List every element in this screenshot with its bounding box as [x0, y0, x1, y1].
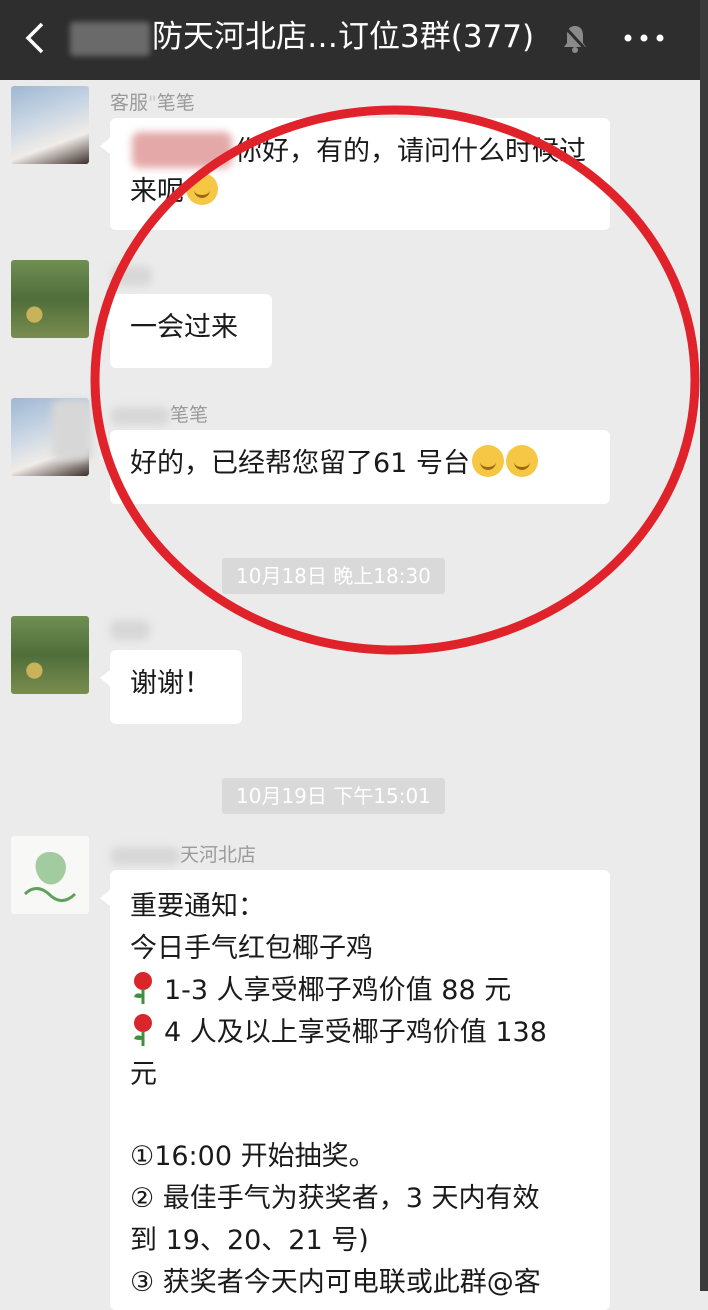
timestamp: 10月19日 下午15:01: [222, 778, 445, 814]
bell-off-icon: [562, 24, 589, 53]
avatar[interactable]: [11, 616, 89, 694]
timestamp: 10月18日 晚上18:30: [222, 558, 445, 594]
message-bubble[interactable]: 一会过来: [100, 294, 272, 368]
message-list[interactable]: 客服"笔笔 你好，有的，请问什么时候过来呢 一会过来 笔笔 好的，已经帮您留了6…: [0, 80, 700, 1310]
avatar[interactable]: [11, 86, 89, 164]
message-bubble[interactable]: 好的，已经帮您留了61 号台: [100, 430, 610, 504]
chat-title: 防天河北店…订位3群(377): [70, 14, 534, 60]
redacted-avatar: [52, 400, 92, 460]
sender-name: 笔笔: [110, 400, 208, 427]
scroll-edge: [700, 0, 708, 1291]
avatar[interactable]: [11, 260, 89, 338]
rose-emoji-icon: [134, 972, 152, 1004]
message-bubble[interactable]: 谢谢！: [100, 650, 242, 724]
sender-name: 天河北店: [110, 840, 256, 867]
chat-header: 防天河北店…订位3群(377): [0, 0, 700, 80]
notice-bubble[interactable]: 重要通知： 今日手气红包椰子鸡 1-3 人享受椰子鸡价值 88 元 4 人及以上…: [100, 870, 610, 1310]
redacted-name: [70, 21, 150, 56]
redacted-name: [112, 266, 152, 286]
rose-emoji-icon: [134, 1014, 152, 1046]
avatar[interactable]: [11, 836, 89, 914]
sender-name: 客服"笔笔: [110, 92, 195, 114]
more-dots-icon[interactable]: [620, 20, 668, 56]
smile-emoji-icon: [186, 173, 218, 205]
store-logo-icon: [23, 852, 77, 902]
redacted-name: [110, 620, 150, 640]
message-bubble[interactable]: 你好，有的，请问什么时候过来呢: [100, 118, 610, 230]
smile-emoji-icon: [471, 445, 504, 477]
smile-emoji-icon: [505, 445, 538, 477]
back-chevron-icon[interactable]: [18, 18, 58, 58]
